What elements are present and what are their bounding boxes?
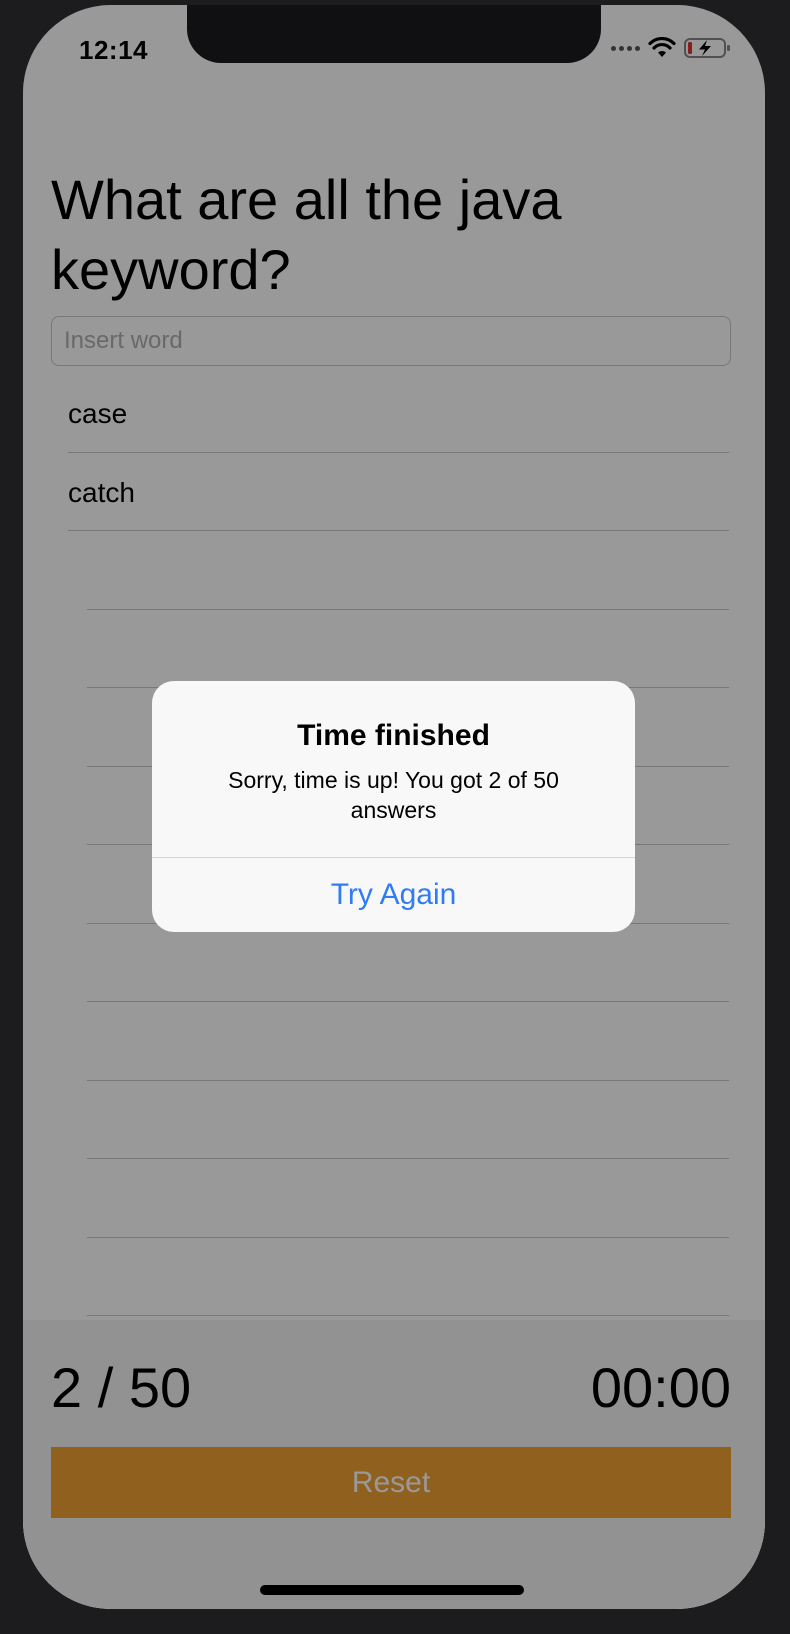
- device-frame: 12:14 What are all the java keyword? cas…: [0, 0, 790, 1634]
- time-finished-alert: Time finished Sorry, time is up! You got…: [152, 681, 635, 932]
- home-indicator[interactable]: [260, 1585, 524, 1595]
- alert-message: Sorry, time is up! You got 2 of 50 answe…: [228, 767, 559, 823]
- alert-title: Time finished: [297, 719, 490, 752]
- screen: 12:14 What are all the java keyword? cas…: [23, 5, 765, 1609]
- try-again-button[interactable]: Try Again: [152, 858, 635, 932]
